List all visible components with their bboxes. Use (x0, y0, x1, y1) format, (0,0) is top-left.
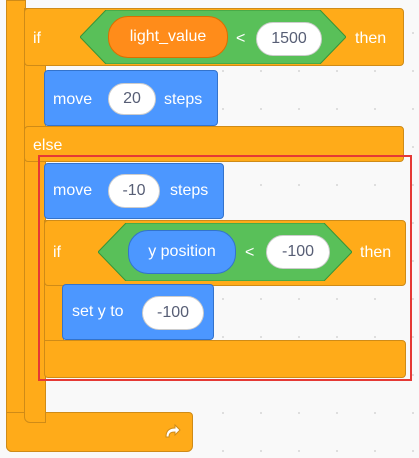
selection-highlight (38, 155, 412, 381)
move-label-1: move (53, 91, 93, 108)
move-suffix-1: steps (164, 91, 203, 108)
else-label: else (33, 137, 63, 154)
loop-arrow-icon (160, 421, 184, 445)
outer-loop-spine[interactable] (6, 0, 26, 452)
outer-if-label: if (33, 30, 41, 47)
outer-condition-value[interactable]: 1500 (256, 22, 322, 56)
light-value-reporter[interactable]: light_value (108, 16, 228, 58)
move-steps-input-1[interactable]: 20 (108, 83, 156, 115)
outer-condition-operator: < (236, 30, 246, 47)
outer-then-label: then (355, 30, 387, 47)
